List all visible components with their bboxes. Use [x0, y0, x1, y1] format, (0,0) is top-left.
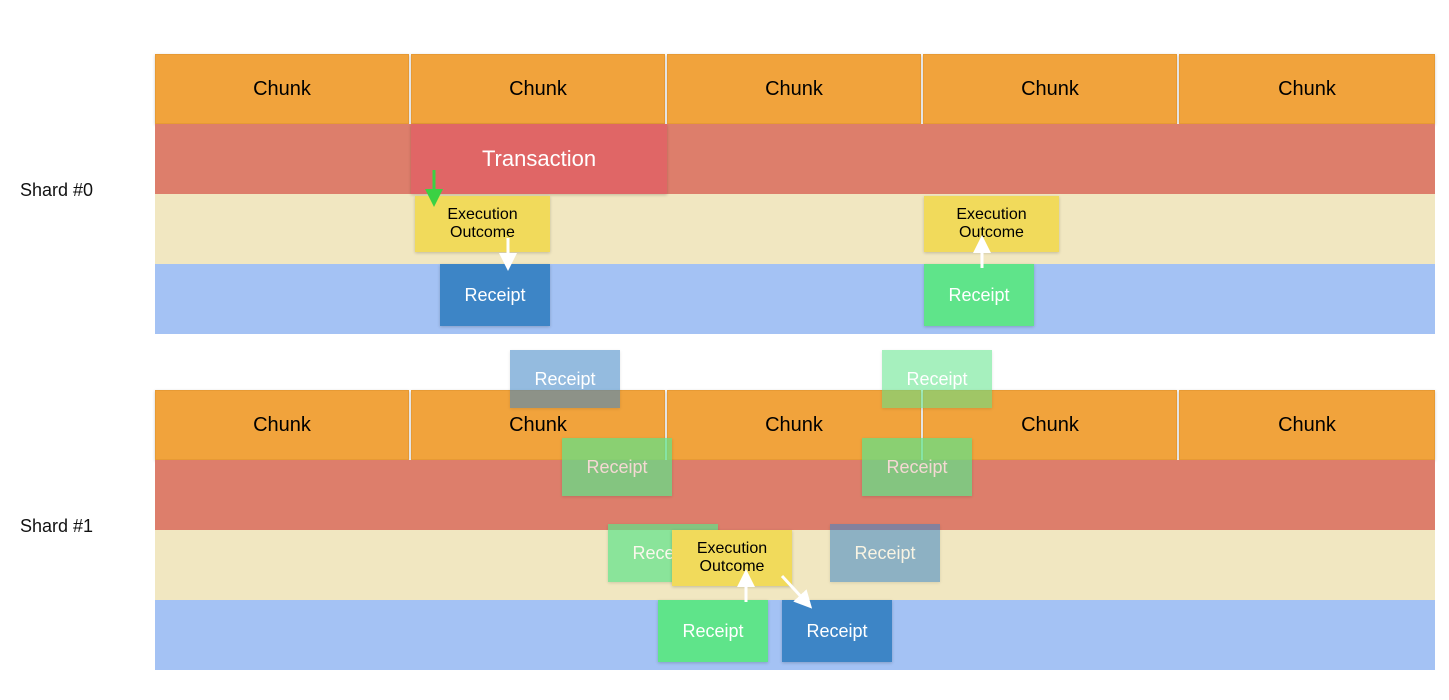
shard0-strip-red: [155, 124, 1435, 194]
shard1-chunk-0: Chunk: [155, 390, 409, 460]
exo-line1: Execution: [697, 540, 767, 557]
shard0-chunk-3: Chunk: [923, 54, 1177, 124]
shard-1-label: Shard #1: [20, 516, 93, 537]
receipt-s0-blue: Receipt: [440, 264, 550, 326]
receipt-float-green: Receipt: [882, 350, 992, 408]
shard0-chunk-1: Chunk: [411, 54, 665, 124]
receipt-s1-blue-right: Receipt: [782, 600, 892, 662]
shard0-strip-blue: [155, 264, 1435, 334]
execution-outcome-s0-right: Execution Outcome: [924, 196, 1059, 252]
shard1-chunk-4: Chunk: [1179, 390, 1435, 460]
exo-line1: Execution: [447, 206, 517, 223]
shard0-chunk-4: Chunk: [1179, 54, 1435, 124]
shard0-chunk-0: Chunk: [155, 54, 409, 124]
receipt-s1-red-right: Receipt: [862, 438, 972, 496]
receipt-s1-blue-left: Receipt: [658, 600, 768, 662]
receipt-float-blue: Receipt: [510, 350, 620, 408]
execution-outcome-s0-left: Execution Outcome: [415, 196, 550, 252]
shard0-chunk-2: Chunk: [667, 54, 921, 124]
transaction-box: Transaction: [411, 124, 667, 194]
execution-outcome-s1: Execution Outcome: [672, 530, 792, 586]
shard1-strip-cream: [155, 530, 1435, 600]
receipt-s0-green: Receipt: [924, 264, 1034, 326]
exo-line2: Outcome: [700, 558, 765, 575]
shard-0-label: Shard #0: [20, 180, 93, 201]
shard0-strip-cream: [155, 194, 1435, 264]
receipt-s1-cream-right: Receipt: [830, 524, 940, 582]
shard1-strip-red: [155, 460, 1435, 530]
exo-line2: Outcome: [959, 224, 1024, 241]
exo-line1: Execution: [956, 206, 1026, 223]
receipt-s1-red-left: Receipt: [562, 438, 672, 496]
diagram-canvas: Shard #0 Chunk Chunk Chunk Chunk Chunk S…: [0, 0, 1449, 700]
exo-line2: Outcome: [450, 224, 515, 241]
